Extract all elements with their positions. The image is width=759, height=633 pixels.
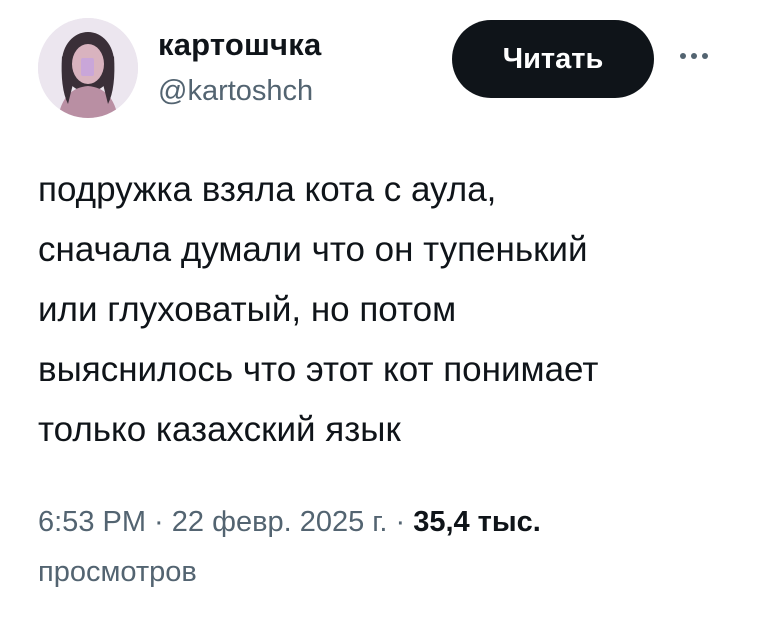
dot (702, 53, 708, 59)
views-count: 35,4 тыс. (413, 506, 541, 538)
dot (680, 53, 686, 59)
author-handle[interactable]: @kartoshch (158, 75, 313, 108)
tweet-line: сначала думали что он тупенький (38, 230, 588, 269)
tweet-line: подружка взяла кота с аула, (38, 170, 497, 209)
meta-separator: · (387, 506, 414, 538)
follow-button[interactable]: Читать (452, 20, 654, 98)
tweet-text: подружка взяла кота с аула, сначала дума… (38, 160, 738, 460)
tweet-line: только казахский язык (38, 410, 401, 449)
views-label: просмотров (38, 556, 197, 588)
avatar[interactable] (38, 18, 138, 118)
profile-photo-icon (38, 18, 138, 118)
more-options-icon[interactable] (670, 44, 718, 68)
tweet-date[interactable]: 22 февр. 2025 г. (172, 506, 388, 538)
tweet-line: или глуховатый, но потом (38, 290, 457, 329)
author-display-name[interactable]: картошчка (158, 27, 321, 63)
tweet-meta: 6:53 PM · 22 февр. 2025 г. · 35,4 тыс. п… (38, 497, 738, 597)
dot (691, 53, 697, 59)
tweet-time[interactable]: 6:53 PM (38, 506, 146, 538)
meta-separator: · (146, 506, 172, 538)
tweet-line: выяснилось что этот кот понимает (38, 350, 599, 389)
